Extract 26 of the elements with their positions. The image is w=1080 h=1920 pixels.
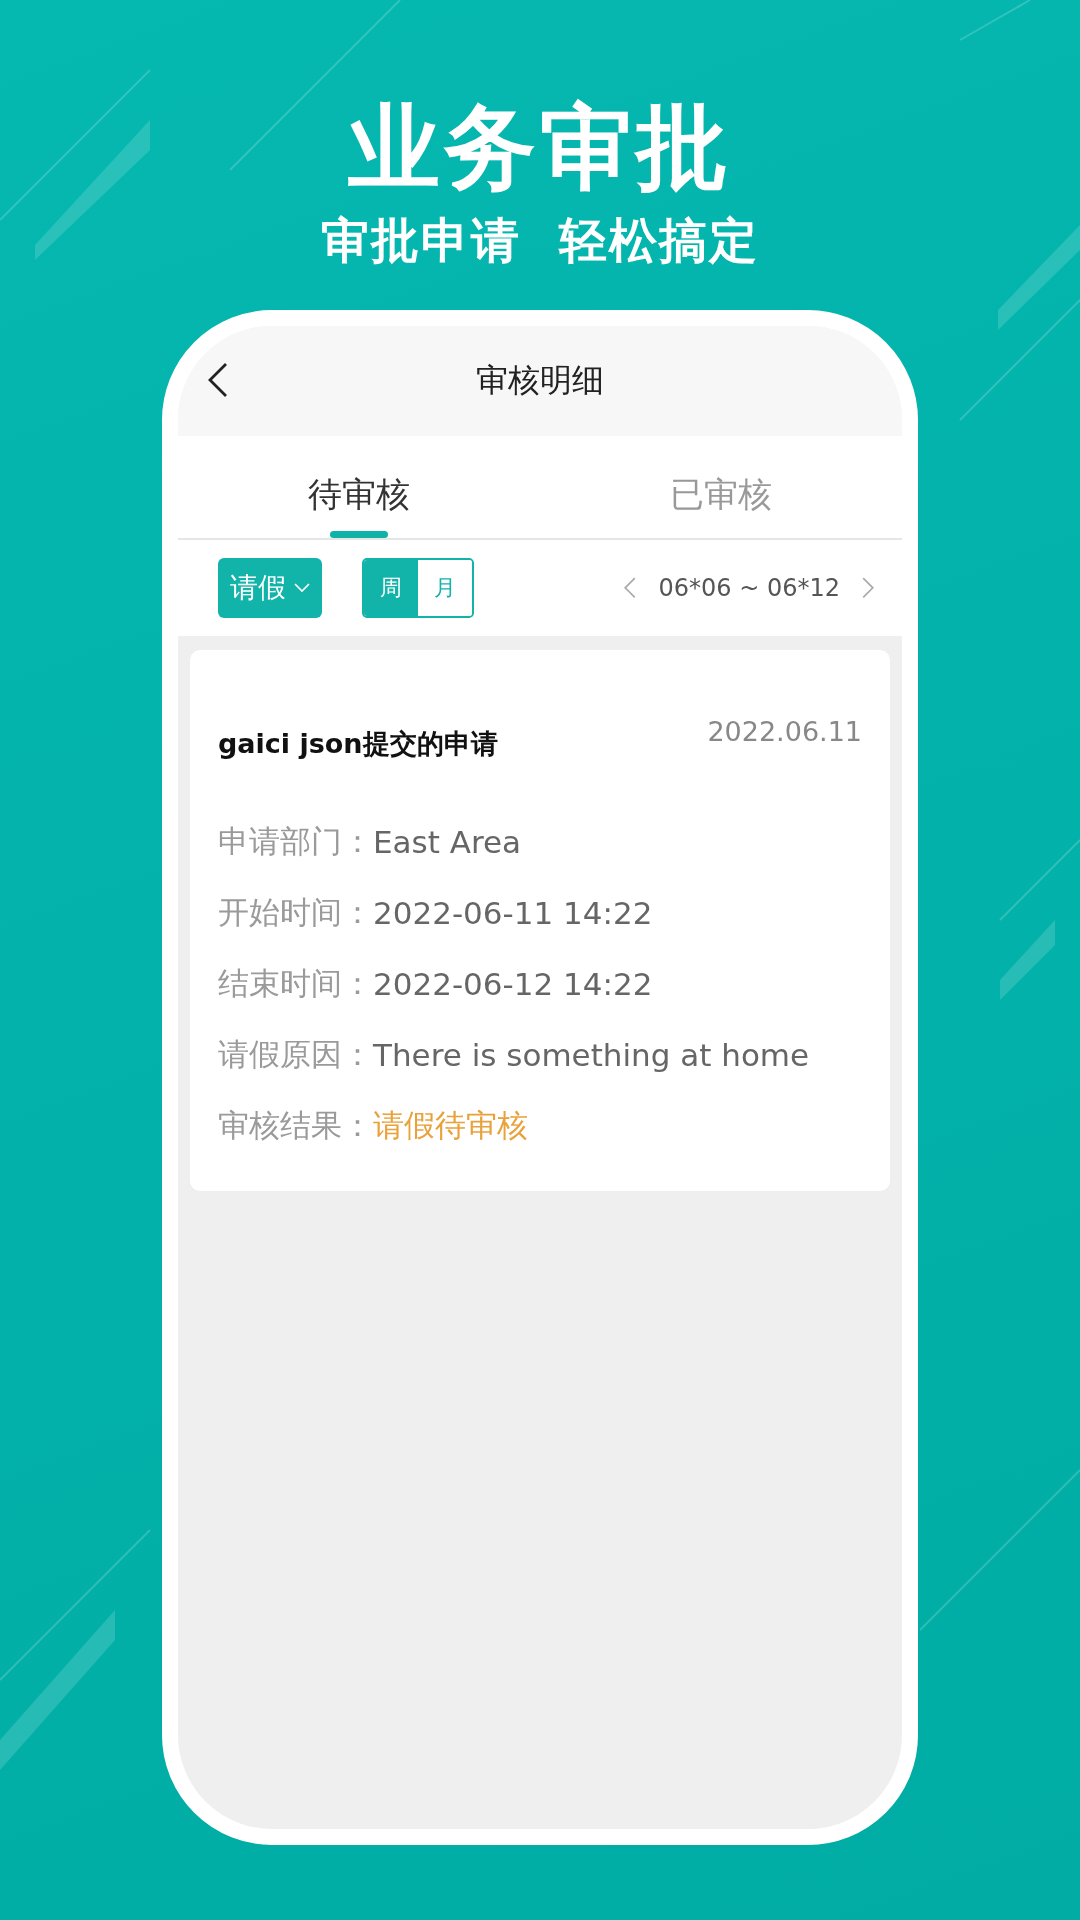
type-dropdown[interactable]: 请假: [218, 558, 322, 618]
field-label: 结束时间：: [218, 963, 373, 1003]
field-label: 请假原因：: [218, 1034, 373, 1074]
tab[interactable]: 已审核: [670, 459, 772, 531]
field-label: 开始时间：: [218, 892, 373, 932]
status-value: 请假待审核: [373, 1105, 528, 1145]
field-value: There is something at home: [373, 1036, 810, 1073]
field-value: 2022-06-12 14:22: [373, 965, 653, 1002]
next-icon[interactable]: [862, 577, 874, 599]
field-label: 审核结果：: [218, 1105, 373, 1145]
screen-title: 审核明细: [476, 360, 604, 401]
card-title: gaici json提交的申请: [218, 727, 498, 761]
period-option[interactable]: 周: [364, 560, 418, 616]
tab[interactable]: 待审核: [308, 459, 410, 531]
date-range: 06*06 ~ 06*12: [658, 574, 840, 602]
field-value: 2022-06-11 14:22: [373, 894, 653, 931]
approval-card[interactable]: gaici json提交的申请 2022.06.11 申请部门：East Area 开始时间：2022-06-11 14:22 结束时间：2022-06-12 14:22 请假原因：There is something at home 审核结果：请假待审核: [190, 650, 890, 1191]
field-value: East Area: [373, 823, 522, 860]
previous-icon[interactable]: [624, 577, 637, 599]
card-date: 2022.06.11: [707, 716, 862, 747]
back-icon[interactable]: [208, 362, 228, 398]
tab-indicator: [330, 531, 388, 538]
field-label: 申请部门：: [218, 821, 373, 861]
caret-icon: [294, 583, 310, 593]
subheadline: 审批申请 轻松搞定: [321, 211, 759, 270]
headline: 业务审批: [348, 93, 732, 203]
